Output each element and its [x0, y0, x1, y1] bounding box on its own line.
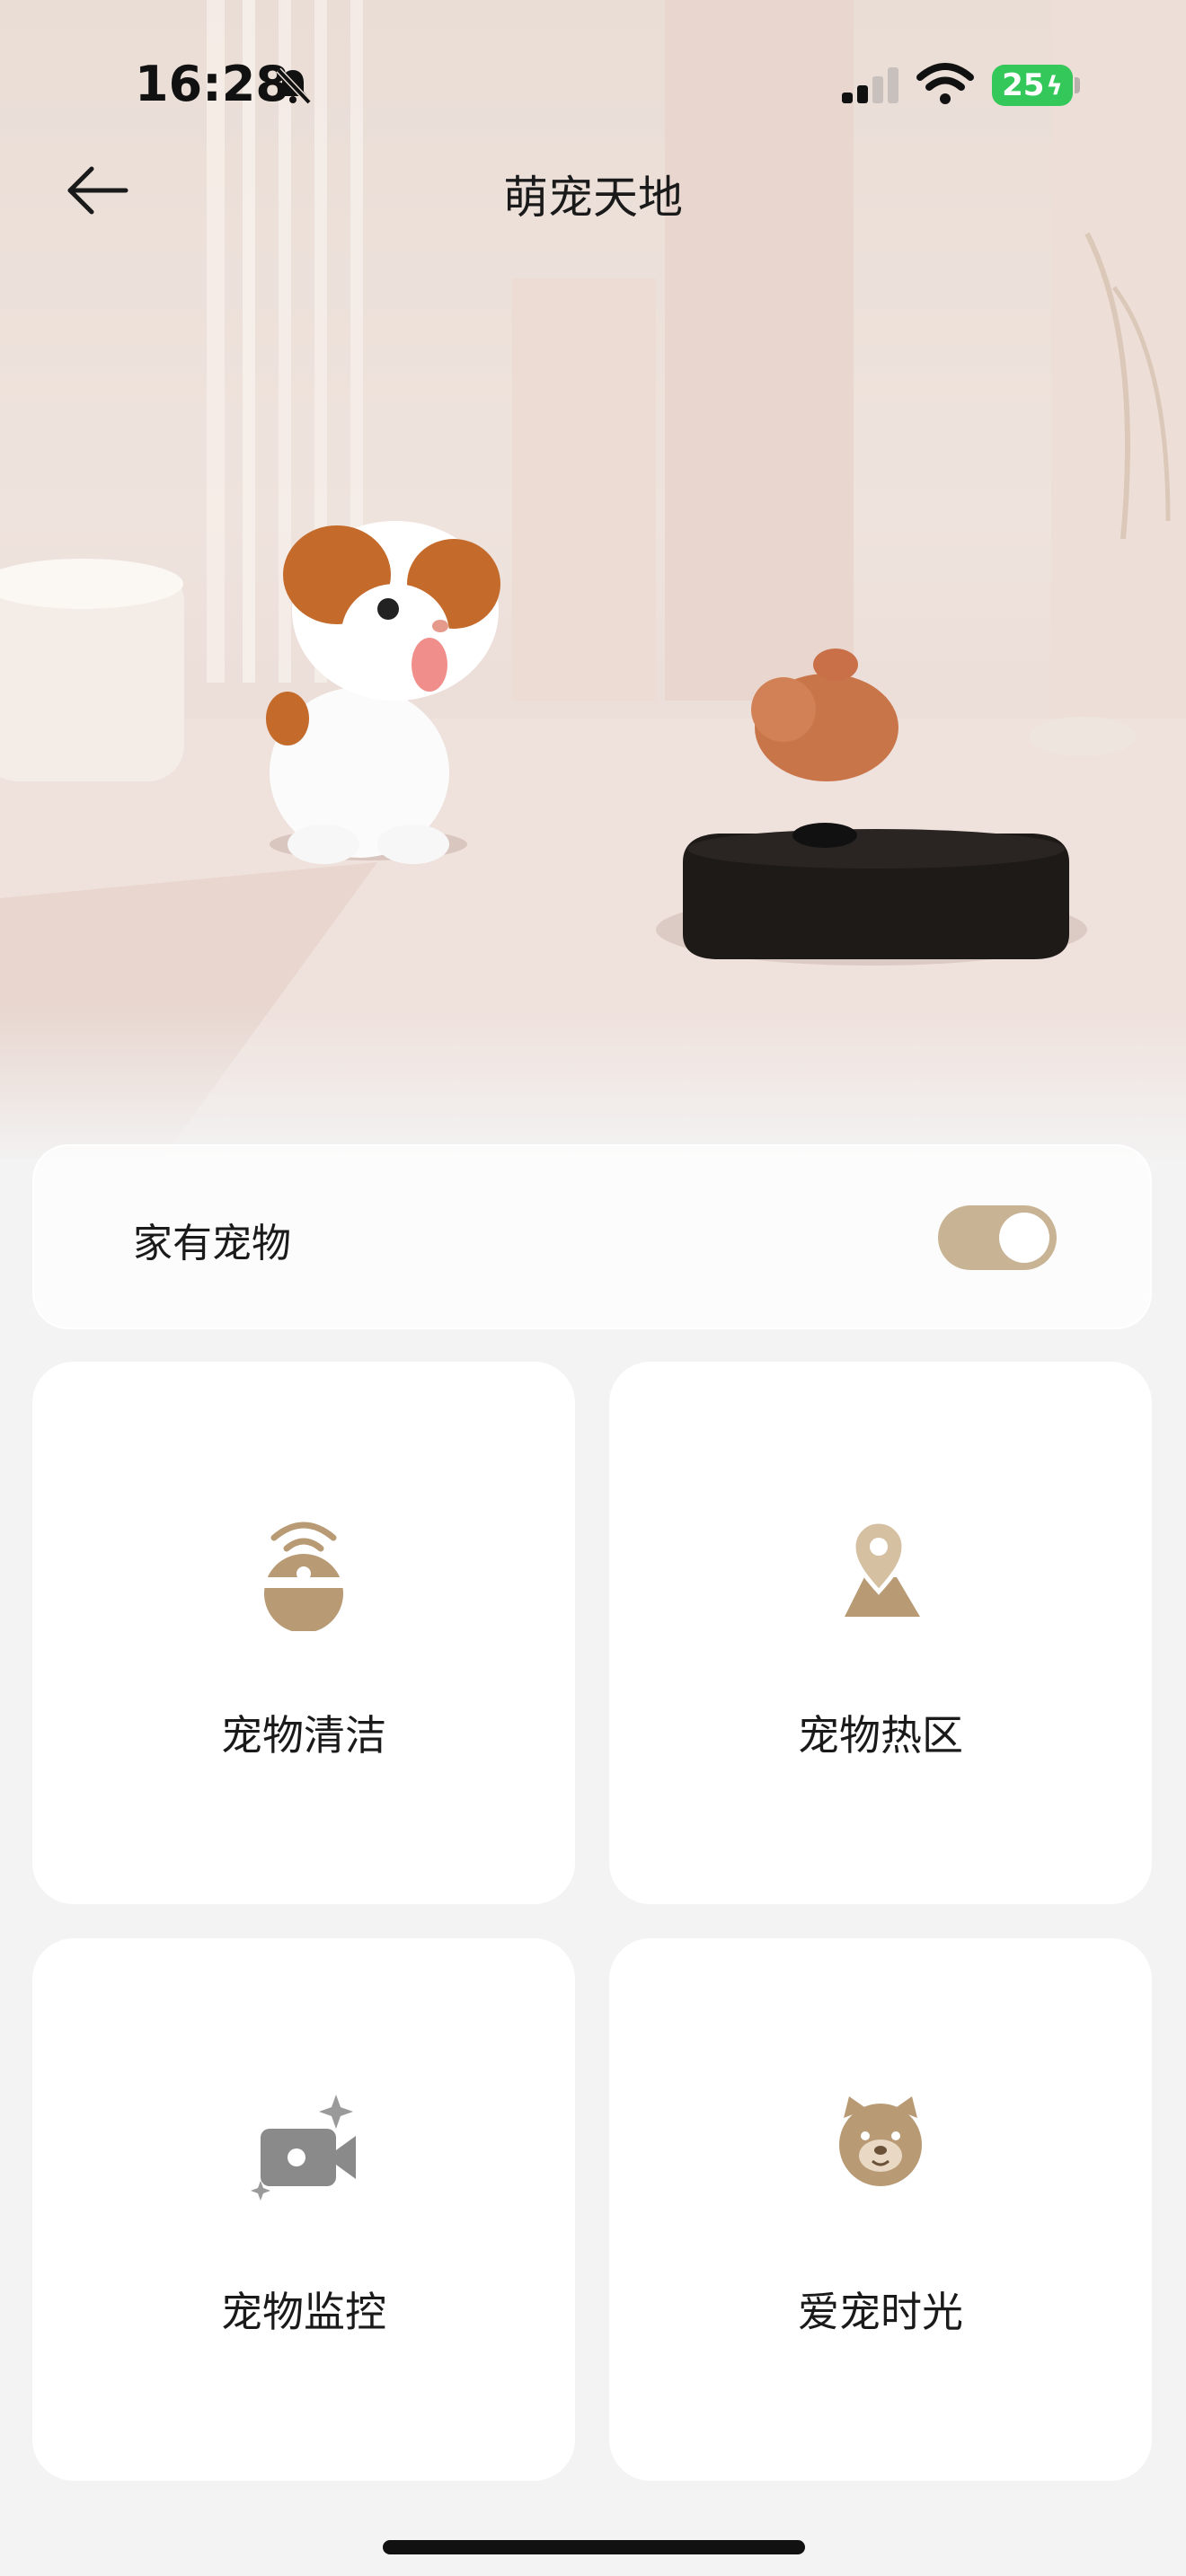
pet-monitor-label: 宠物监控 [221, 2288, 386, 2336]
pet-monitor-card[interactable]: 宠物监控 [32, 1938, 575, 2481]
pet-moments-label: 爱宠时光 [798, 2288, 963, 2336]
bear-face-icon [839, 2096, 922, 2186]
bell-off-icon [276, 67, 312, 105]
battery-level: 25 [1002, 67, 1045, 103]
signal-icon [842, 67, 898, 103]
pet-hotzone-label: 宠物热区 [798, 1711, 963, 1760]
wifi-icon [916, 63, 974, 104]
pet-toggle-card: 家有宠物 [32, 1144, 1152, 1329]
pet-toggle-label: 家有宠物 [133, 1221, 291, 1266]
home-indicator[interactable] [383, 2540, 805, 2554]
robot-vacuum-icon [264, 1522, 343, 1631]
pet-hotzone-card[interactable]: 宠物热区 [609, 1362, 1152, 1904]
page-title: 萌宠天地 [503, 172, 683, 224]
pet-toggle-switch[interactable] [938, 1205, 1057, 1270]
pet-cleaning-label: 宠物清洁 [221, 1711, 386, 1760]
pet-cleaning-card[interactable]: 宠物清洁 [32, 1362, 575, 1904]
pet-moments-card[interactable]: 爱宠时光 [609, 1938, 1152, 2481]
switch-knob [999, 1213, 1049, 1263]
map-pin-icon [845, 1519, 920, 1617]
video-camera-icon [251, 2095, 356, 2201]
status-time: 16:28 [135, 56, 289, 112]
battery-icon: 25 ϟ [992, 65, 1073, 106]
